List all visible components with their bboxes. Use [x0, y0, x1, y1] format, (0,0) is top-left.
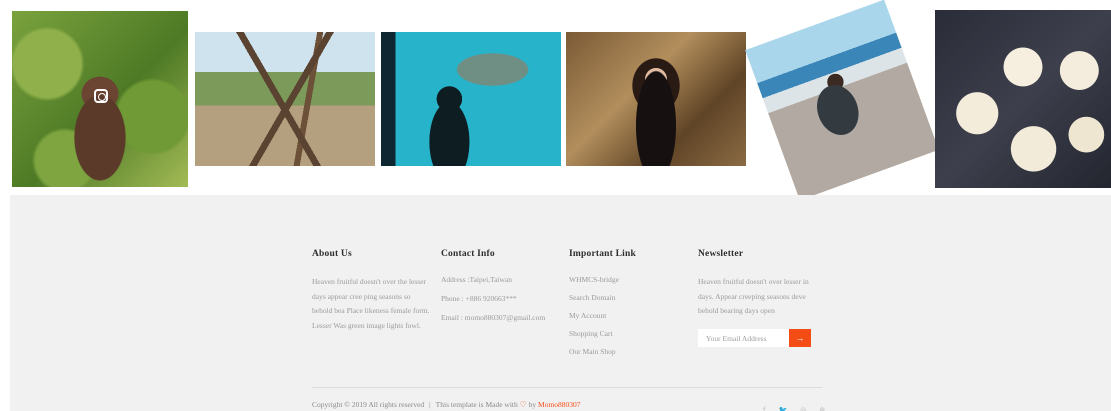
instagram-gallery — [0, 0, 1111, 201]
gallery-photo[interactable] — [12, 11, 188, 187]
footer-about: About Us Heaven fruitful doesn't over th… — [312, 249, 430, 333]
footer-newsletter: Newsletter Heaven fruitful doesn't over … — [698, 249, 822, 347]
footer-link-my-account[interactable]: My Account — [569, 311, 679, 320]
photo-image — [195, 32, 375, 166]
gallery-photo[interactable] — [381, 32, 561, 166]
social-links: f 🐦 ◎ ⊛ — [754, 399, 825, 411]
photo-image — [381, 32, 561, 166]
footer-link-main-shop[interactable]: Our Main Shop — [569, 347, 679, 356]
instagram-icon[interactable]: ◎ — [800, 406, 806, 411]
gallery-photo[interactable] — [195, 32, 375, 166]
arrow-right-icon: → — [795, 333, 805, 343]
twitter-icon[interactable]: 🐦 — [778, 406, 787, 411]
author-link[interactable]: Momo880307 — [538, 400, 581, 409]
footer-link-shopping-cart[interactable]: Shopping Cart — [569, 329, 679, 338]
contact-phone: Phone : +886 920663*** — [441, 294, 517, 303]
contact-email: Email : momo880307@gmail.com — [441, 313, 546, 322]
facebook-icon[interactable]: f — [763, 406, 765, 411]
gallery-photo[interactable] — [566, 32, 746, 166]
footer-divider — [312, 387, 822, 388]
email-input[interactable] — [698, 329, 789, 347]
gallery-photo[interactable] — [745, 0, 939, 201]
footer-contact: Contact Info Address :Taipei,Taiwan Phon… — [441, 249, 561, 332]
instagram-icon[interactable] — [94, 89, 108, 103]
made-with-text: This template is Made with — [435, 400, 518, 409]
copyright: Copyright © 2019 All rights reserved | Thi… — [312, 400, 581, 409]
contact-address: Address :Taipei,Taiwan — [441, 275, 513, 284]
copyright-text: Copyright © 2019 All rights reserved — [312, 400, 425, 409]
photo-image — [935, 10, 1111, 188]
footer-link-search-domain[interactable]: Search Domain — [569, 293, 679, 302]
site-footer: About Us Heaven fruitful doesn't over th… — [10, 195, 1111, 411]
about-text: Heaven fruitful doesn't over the lesser … — [312, 277, 430, 330]
newsletter-title: Newsletter — [698, 249, 744, 259]
by-text: by — [528, 400, 537, 409]
about-title: About Us — [312, 249, 352, 259]
contact-title: Contact Info — [441, 249, 495, 259]
photo-image — [745, 0, 939, 201]
newsletter-text: Heaven fruitful doesn't over lesser in d… — [698, 277, 809, 315]
copyright-separator: | — [429, 400, 431, 409]
photo-image — [566, 32, 746, 166]
footer-links: Important Link WHMCS-bridge Search Domai… — [569, 249, 679, 365]
subscribe-form: → — [698, 329, 811, 347]
skype-icon[interactable]: ⊛ — [819, 406, 825, 411]
gallery-photo[interactable] — [935, 10, 1111, 188]
footer-link-whmcs-bridge[interactable]: WHMCS-bridge — [569, 275, 679, 284]
heart-icon: ♡ — [519, 400, 527, 409]
links-title: Important Link — [569, 249, 636, 259]
subscribe-button[interactable]: → — [789, 329, 811, 347]
